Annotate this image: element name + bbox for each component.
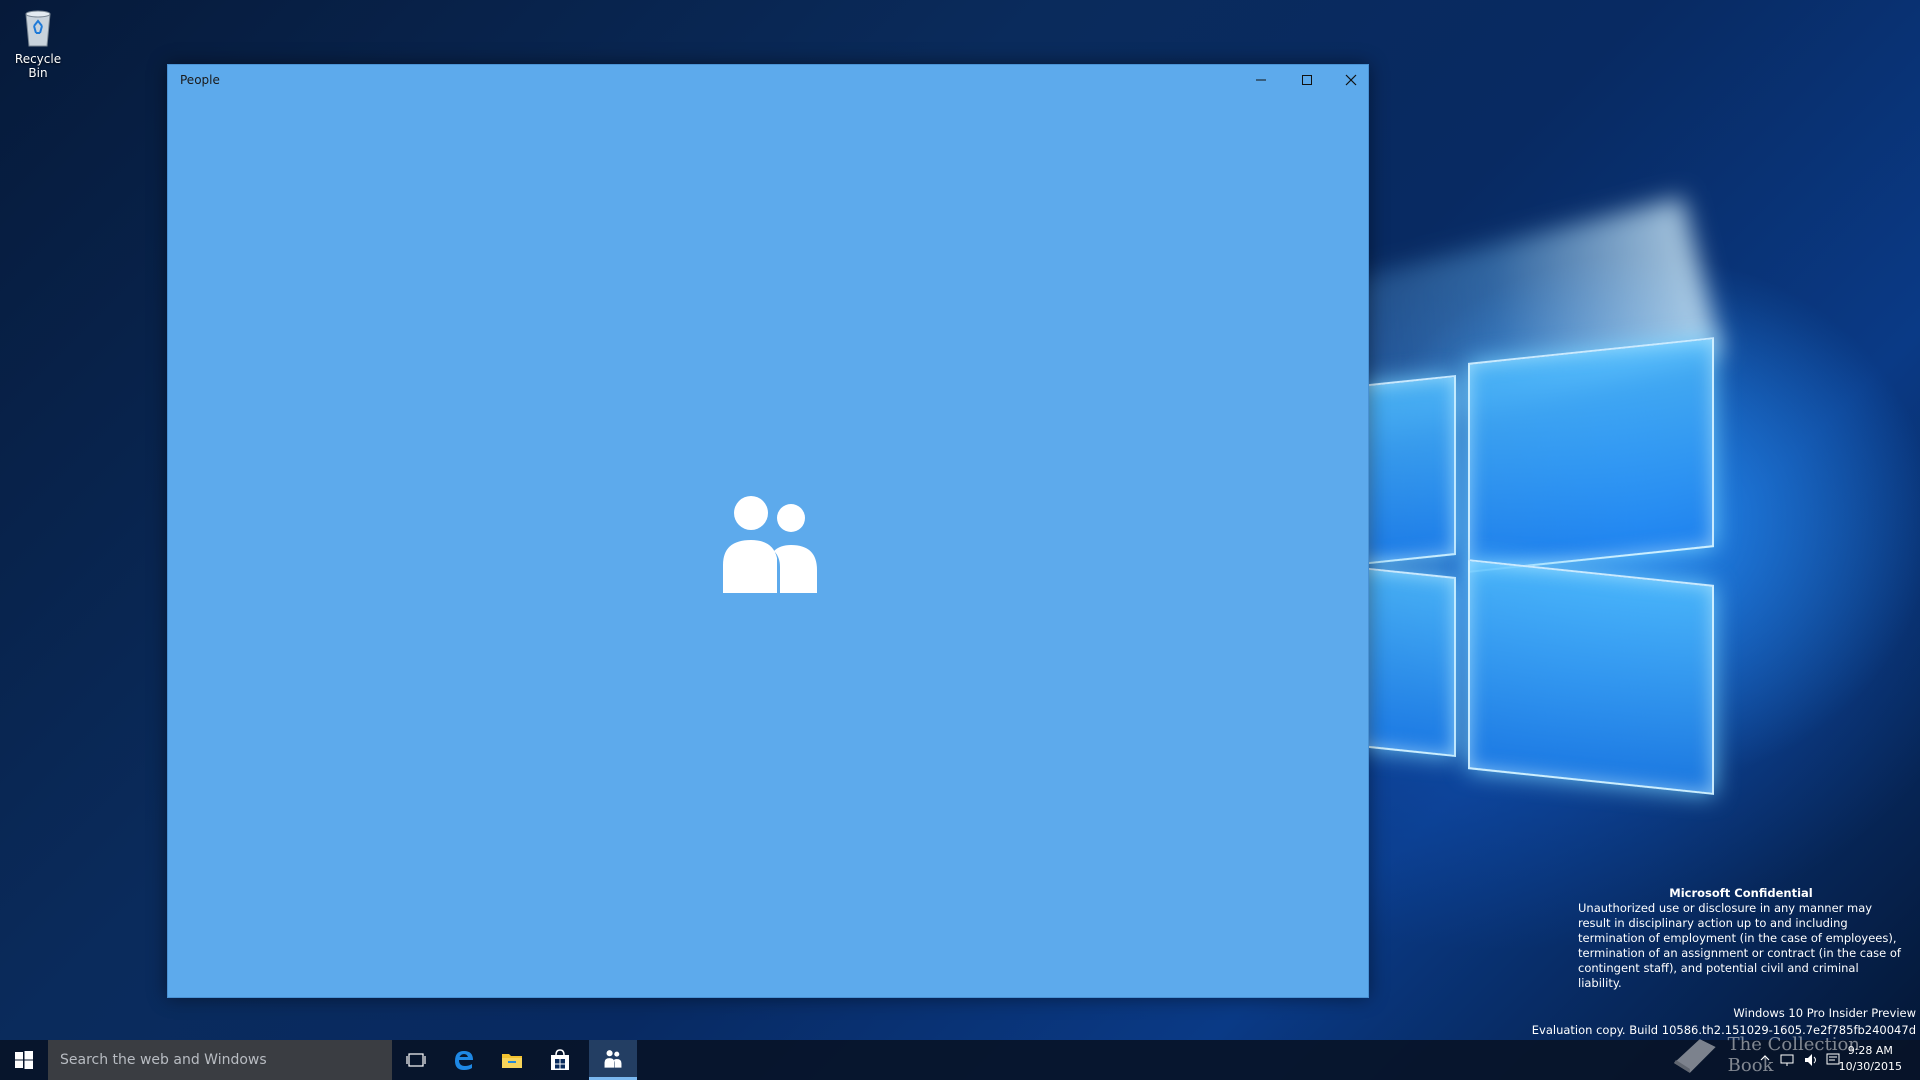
- logo-pane: [1468, 559, 1714, 795]
- edge-icon: [455, 1051, 473, 1070]
- confidential-notice: Microsoft Confidential Unauthorized use …: [1578, 886, 1904, 991]
- store-icon: [551, 1049, 569, 1070]
- task-view-icon: [406, 1053, 426, 1067]
- logo-pane: [1360, 374, 1456, 566]
- window-titlebar[interactable]: People: [168, 65, 1368, 95]
- logo-pane: [1468, 337, 1714, 573]
- file-explorer-button[interactable]: [488, 1040, 536, 1080]
- book-icon: [1673, 1039, 1716, 1073]
- window-title: People: [180, 73, 220, 87]
- desktop-icon-recycle-bin[interactable]: Recycle Bin: [4, 6, 72, 80]
- edge-button[interactable]: [440, 1040, 488, 1080]
- people-app-window[interactable]: People: [167, 64, 1369, 998]
- people-icon: [720, 495, 820, 595]
- minimize-button[interactable]: [1238, 65, 1284, 95]
- start-button[interactable]: [0, 1040, 48, 1080]
- close-icon: [1345, 74, 1357, 86]
- maximize-button[interactable]: [1284, 65, 1330, 95]
- windows-start-icon: [15, 1051, 33, 1069]
- watermark: The Collection Book: [1670, 1032, 1910, 1078]
- file-explorer-icon: [502, 1054, 522, 1068]
- store-button[interactable]: [536, 1040, 584, 1080]
- task-view-button[interactable]: [392, 1040, 440, 1080]
- close-button[interactable]: [1328, 65, 1374, 95]
- people-icon: [604, 1049, 622, 1068]
- confidential-title: Microsoft Confidential: [1669, 886, 1813, 900]
- taskbar: Search the web and Windows 9:28 AM 10/30…: [0, 1040, 1920, 1080]
- confidential-body: Unauthorized use or disclosure in any ma…: [1578, 901, 1901, 990]
- desktop-icon-label: Recycle Bin: [14, 52, 62, 80]
- maximize-icon: [1302, 75, 1312, 85]
- edition-text: Windows 10 Pro Insider Preview: [1733, 1006, 1916, 1020]
- people-taskbar-button[interactable]: [589, 1040, 637, 1080]
- windows-logo-wallpaper: [1360, 337, 1720, 800]
- logo-pane: [1360, 566, 1456, 758]
- minimize-icon: [1256, 79, 1266, 81]
- recycle-bin-icon: [20, 6, 56, 48]
- watermark-text: The Collection Book: [1727, 1034, 1860, 1076]
- search-placeholder: Search the web and Windows: [60, 1052, 267, 1068]
- search-input[interactable]: Search the web and Windows: [48, 1040, 392, 1080]
